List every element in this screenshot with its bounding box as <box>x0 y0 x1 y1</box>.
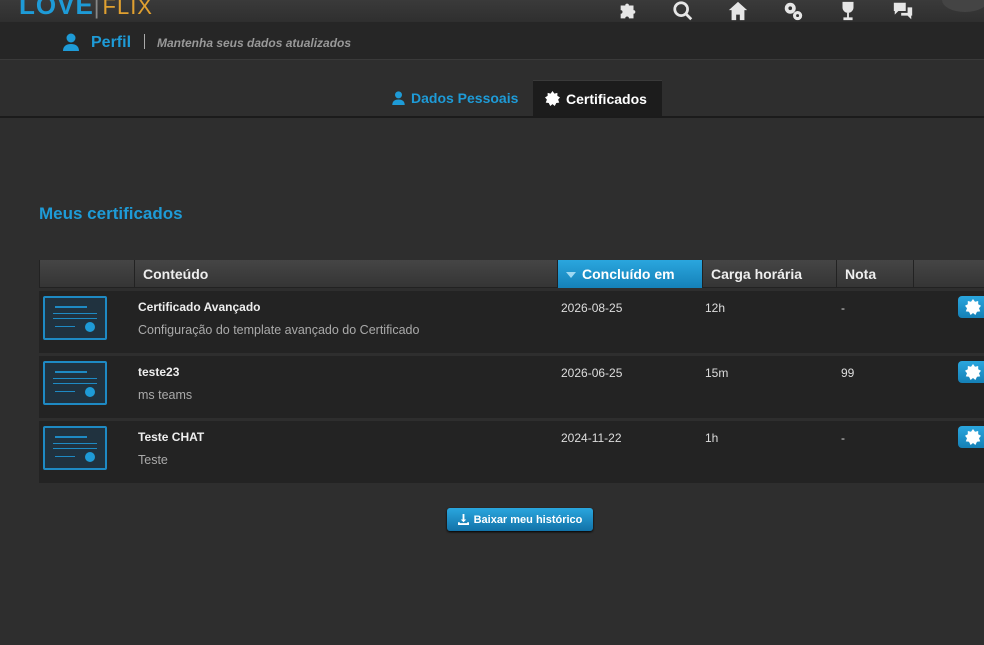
logo-main: LOVE <box>19 0 94 20</box>
logo[interactable]: LOVE|FLIX <box>19 0 153 21</box>
tab-label: Certificados <box>566 90 647 107</box>
tab-bar: Dados Pessoais Certificados <box>0 60 984 118</box>
download-history-button[interactable]: Baixar meu histórico <box>447 508 593 531</box>
certificate-thumbnail <box>43 426 107 470</box>
row-completed: 2026-06-25 <box>561 366 623 380</box>
table-row: teste23 ms teams 2026-06-25 15m 99 <box>39 356 984 418</box>
row-description: ms teams <box>138 388 193 402</box>
top-navbar: LOVE|FLIX <box>0 0 984 22</box>
title-divider <box>144 34 145 49</box>
column-header-workload[interactable]: Carga horária <box>702 260 836 288</box>
user-icon <box>392 91 405 105</box>
sort-desc-icon <box>566 272 576 279</box>
certificate-icon <box>965 364 981 380</box>
logo-separator: | <box>93 0 101 19</box>
row-workload: 1h <box>705 431 719 445</box>
row-title: Teste CHAT <box>138 430 205 444</box>
page-title: Perfil <box>91 34 132 51</box>
chat-icon[interactable] <box>892 0 918 22</box>
column-header-completed[interactable]: Concluído em <box>557 260 702 288</box>
logo-sub: FLIX <box>102 0 153 19</box>
gears-icon[interactable] <box>782 0 808 22</box>
certificate-thumbnail <box>43 361 107 405</box>
table-row: Certificado Avançado Configuração do tem… <box>39 291 984 353</box>
column-header-actions <box>913 260 984 288</box>
row-workload: 15m <box>705 366 729 380</box>
table-row: Teste CHAT Teste 2024-11-22 1h - <box>39 421 984 483</box>
row-description: Teste <box>138 453 168 467</box>
view-certificate-button[interactable] <box>958 426 984 448</box>
certificates-table: Conteúdo Concluído em Carga horária Nota… <box>39 260 984 483</box>
puzzle-icon[interactable] <box>617 0 643 22</box>
certificate-icon <box>965 429 981 445</box>
page-subtitle: Mantenha seus dados atualizados <box>157 36 352 50</box>
row-completed: 2024-11-22 <box>561 431 622 445</box>
column-header-content[interactable]: Conteúdo <box>134 260 557 288</box>
page-header: Perfil Mantenha seus dados atualizados <box>0 22 984 60</box>
table-header: Conteúdo Concluído em Carga horária Nota <box>39 260 984 288</box>
row-workload: 12h <box>705 301 726 315</box>
download-button-label: Baixar meu histórico <box>473 513 583 526</box>
section-title: Meus certificados <box>39 204 183 223</box>
view-certificate-button[interactable] <box>958 361 984 383</box>
row-description: Configuração do template avançado do Cer… <box>138 323 420 337</box>
row-title: teste23 <box>138 365 180 379</box>
search-icon[interactable] <box>672 0 698 22</box>
column-header-thumb <box>39 260 134 288</box>
trophy-icon[interactable] <box>837 0 863 22</box>
tab-certificados[interactable]: Certificados <box>533 80 662 116</box>
tab-dados-pessoais[interactable]: Dados Pessoais <box>380 80 530 116</box>
row-title: Certificado Avançado <box>138 300 261 314</box>
column-header-label: Concluído em <box>582 266 675 282</box>
row-grade: - <box>841 431 845 445</box>
tab-label: Dados Pessoais <box>411 90 519 106</box>
column-header-grade[interactable]: Nota <box>836 260 913 288</box>
certificate-thumbnail <box>43 296 107 340</box>
row-grade: 99 <box>841 366 855 380</box>
home-icon[interactable] <box>727 0 753 22</box>
avatar[interactable] <box>942 0 984 12</box>
download-icon <box>457 514 469 525</box>
row-completed: 2026-08-25 <box>561 301 623 315</box>
row-grade: - <box>841 301 845 315</box>
certificate-icon <box>545 91 560 106</box>
view-certificate-button[interactable] <box>958 296 984 318</box>
user-icon <box>63 33 79 51</box>
certificate-icon <box>965 299 981 315</box>
